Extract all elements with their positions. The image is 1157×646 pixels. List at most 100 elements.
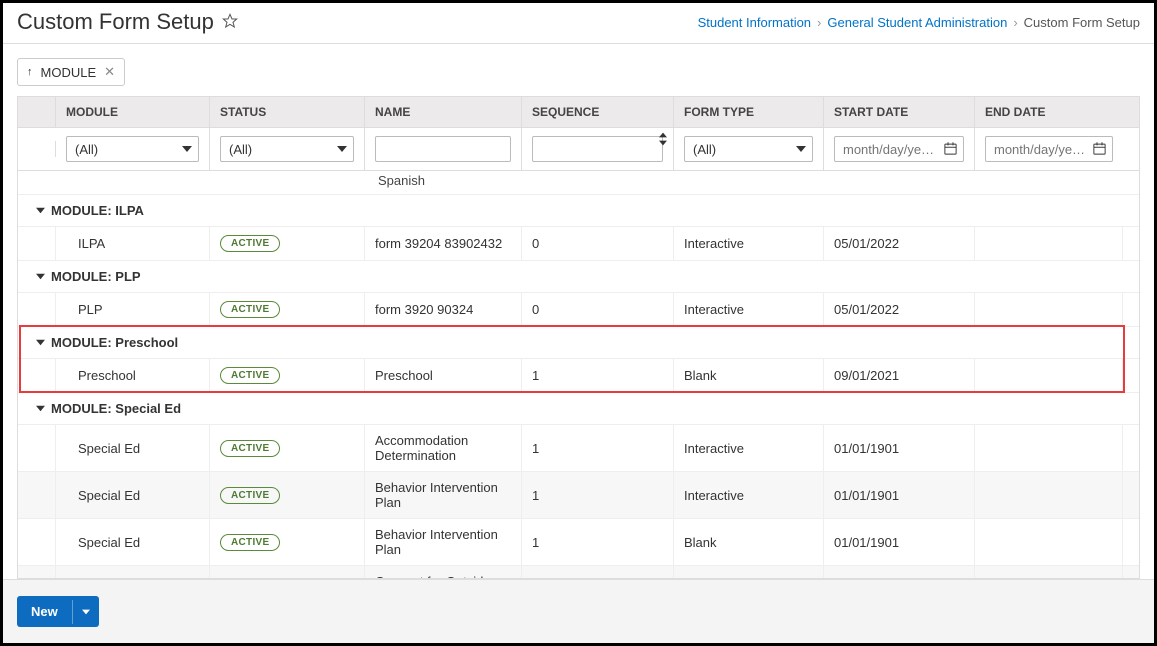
cell-sequence: 0 [522, 293, 674, 326]
close-icon[interactable]: ✕ [104, 64, 115, 80]
breadcrumb: Student Information › General Student Ad… [698, 15, 1140, 30]
filter-name-input[interactable] [375, 136, 511, 162]
status-badge: ACTIVE [220, 440, 280, 457]
caret-down-icon [337, 142, 347, 159]
cell-module: Special Ed [56, 472, 210, 518]
cell-end-date [975, 227, 1123, 260]
cell-sequence: 1 [522, 425, 674, 471]
cell-start-date: 05/01/2022 [824, 293, 975, 326]
cell-sequence: 0 [522, 227, 674, 260]
table-row[interactable]: ILPAACTIVEform 39204 839024320Interactiv… [18, 227, 1139, 261]
breadcrumb-link-general-admin[interactable]: General Student Administration [827, 15, 1007, 30]
status-badge: ACTIVE [220, 235, 280, 252]
filter-status-select[interactable]: (All) [220, 136, 354, 162]
status-badge: ACTIVE [220, 534, 280, 551]
grouping-chip-module[interactable]: ↑ MODULE ✕ [17, 58, 125, 86]
cell-start-date: 01/01/1901 [824, 472, 975, 518]
cell-status: ACTIVE [210, 359, 365, 392]
chevron-right-icon: › [817, 15, 821, 30]
breadcrumb-current: Custom Form Setup [1024, 15, 1140, 30]
column-header-module[interactable]: MODULE [56, 97, 210, 127]
cell-name: Behavior Intervention Plan [365, 472, 522, 518]
cell-name: Behavior Intervention Plan [365, 519, 522, 565]
table-row[interactable]: PreschoolACTIVEPreschool1Blank09/01/2021 [18, 359, 1139, 393]
group-label: MODULE: Special Ed [51, 401, 181, 416]
new-button-dropdown[interactable] [72, 600, 99, 624]
cell-name: form 39204 83902432 [365, 227, 522, 260]
grouping-chip-label: MODULE [41, 65, 97, 80]
forms-grid: MODULE STATUS NAME SEQUENCE FORM TYPE ST… [17, 96, 1140, 579]
expand-triangle-icon [36, 203, 45, 218]
cell-module: Preschool [56, 359, 210, 392]
new-button[interactable]: New [17, 596, 99, 627]
group-label: MODULE: ILPA [51, 203, 144, 218]
table-row[interactable]: Special Ed ACTIVE Behavior Intervention Pl… [18, 472, 1139, 519]
cell-sequence: 1 [522, 519, 674, 565]
cell-sequence: 1 [522, 359, 674, 392]
calendar-icon[interactable] [943, 141, 958, 159]
column-header-form-type[interactable]: FORM TYPE [674, 97, 824, 127]
cell-form-type: Blank [674, 359, 824, 392]
filter-sequence-input[interactable] [532, 136, 663, 162]
table-row[interactable]: PLP ACTIVE form 3920 903240Interactive05/0… [18, 293, 1139, 327]
cell-end-date [975, 359, 1123, 392]
column-header-sequence[interactable]: SEQUENCE [522, 97, 674, 127]
cell-form-type: Interactive [674, 566, 824, 578]
cell-end-date [975, 566, 1123, 578]
cell-start-date: 01/01/1901 [824, 519, 975, 565]
cell-name: Accommodation Determination [365, 425, 522, 471]
grid-filter-row: (All) (All) [18, 128, 1139, 171]
breadcrumb-link-student-info[interactable]: Student Information [698, 15, 811, 30]
cell-name: form 3920 90324 [365, 293, 522, 326]
cell-end-date [975, 519, 1123, 565]
column-header-status[interactable]: STATUS [210, 97, 365, 127]
expand-triangle-icon [36, 335, 45, 350]
group-row[interactable]: MODULE: Special Ed [18, 393, 1139, 425]
expand-triangle-icon [36, 401, 45, 416]
number-stepper-icon[interactable] [659, 131, 667, 147]
filter-module-select[interactable]: (All) [66, 136, 199, 162]
cell-module: Special Ed [56, 519, 210, 565]
cell-status: ACTIVE [210, 566, 365, 578]
grid-header-row: MODULE STATUS NAME SEQUENCE FORM TYPE ST… [18, 97, 1139, 128]
column-header-name[interactable]: NAME [365, 97, 522, 127]
column-header-start-date[interactable]: START DATE [824, 97, 975, 127]
cell-module: PLP [56, 293, 210, 326]
status-badge: ACTIVE [220, 367, 280, 384]
column-expand [18, 97, 56, 127]
table-row[interactable]: Special EdACTIVEAccommodation Determinat… [18, 425, 1139, 472]
cell-form-type: Interactive [674, 227, 824, 260]
chevron-right-icon: › [1013, 15, 1017, 30]
group-row[interactable]: MODULE: PLP [18, 261, 1139, 293]
column-header-end-date[interactable]: END DATE [975, 97, 1123, 127]
status-badge: ACTIVE [220, 301, 280, 318]
table-row[interactable]: Special EdACTIVEConsent for Outside Agen… [18, 566, 1139, 578]
cell-module: Special Ed [56, 566, 210, 578]
cell-sequence: 1 [522, 472, 674, 518]
cell-start-date: 05/01/2022 [824, 227, 975, 260]
cell-form-type: Blank [674, 519, 824, 565]
calendar-icon[interactable] [1092, 141, 1107, 159]
cell-form-type: Interactive [674, 425, 824, 471]
cell-form-type: Interactive [674, 293, 824, 326]
favorite-star-icon[interactable] [222, 13, 238, 32]
expand-triangle-icon [36, 269, 45, 284]
caret-down-icon [182, 142, 192, 159]
filter-form-type-select[interactable]: (All) [684, 136, 813, 162]
group-row[interactable]: MODULE: ILPA [18, 195, 1139, 227]
cell-sequence: 1 [522, 566, 674, 578]
cell-start-date: 09/01/2021 [824, 359, 975, 392]
cell-status: ACTIVE [210, 472, 365, 518]
group-label: MODULE: Preschool [51, 335, 178, 350]
status-badge: ACTIVE [220, 487, 280, 504]
grid-body[interactable]: Spanish MODULE: ILPAILPAACTIVEform 39204… [18, 171, 1139, 578]
cell-end-date [975, 293, 1123, 326]
cell-end-date [975, 425, 1123, 471]
cell-start-date: 01/01/1901 [824, 566, 975, 578]
cell-name: Preschool [365, 359, 522, 392]
cell-status: ACTIVE [210, 293, 365, 326]
group-row[interactable]: MODULE: Preschool [18, 327, 1139, 359]
cell-name: Consent for Outside Agency [365, 566, 522, 578]
caret-down-icon [796, 142, 806, 159]
table-row[interactable]: Special Ed ACTIVE Behavior Intervention Pl… [18, 519, 1139, 566]
